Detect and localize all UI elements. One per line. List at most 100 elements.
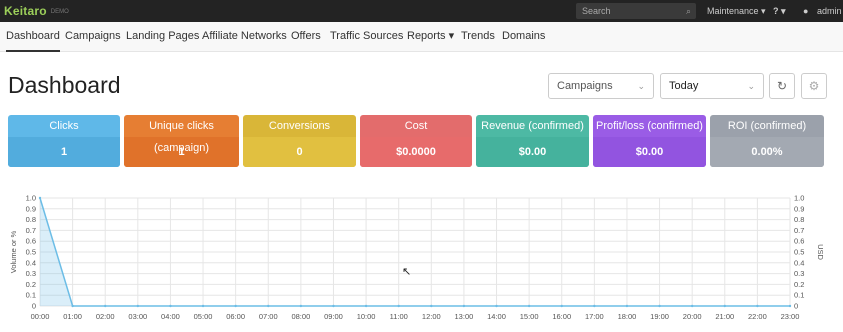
data-point — [658, 304, 661, 308]
data-point — [332, 304, 335, 308]
period-select[interactable]: Today ⌄ — [660, 73, 764, 99]
y-tick-label-right: 1.0 — [794, 194, 804, 203]
campaigns-select-value: Campaigns — [557, 80, 613, 92]
nav-landing-pages[interactable]: Landing Pages — [126, 22, 199, 52]
y-tick-label: 1.0 — [26, 194, 36, 203]
data-point — [788, 304, 792, 308]
stat-card[interactable]: Conversions 0 — [243, 115, 356, 167]
refresh-icon: ↻ — [776, 79, 788, 93]
stat-card-value: 1 — [124, 137, 239, 167]
stat-card-label: Clicks — [49, 120, 79, 132]
x-tick-label: 02:00 — [96, 312, 115, 321]
stat-card[interactable]: ROI (confirmed) 0.00% — [710, 115, 824, 167]
refresh-button[interactable]: ↻ — [769, 73, 795, 99]
help-menu[interactable]: ? ▾ — [773, 0, 786, 22]
data-point — [593, 304, 596, 308]
stat-card-value: $0.00 — [593, 137, 706, 167]
stat-card-value: $0.0000 — [360, 137, 472, 167]
mouse-cursor: ↖ — [402, 266, 412, 278]
y-tick-label: 0.3 — [26, 269, 36, 278]
stat-card[interactable]: Cost $0.0000 — [360, 115, 472, 167]
y-tick-label: 0.1 — [26, 291, 36, 300]
data-point — [364, 304, 368, 308]
nav-offers[interactable]: Offers — [291, 22, 321, 52]
nav-domains[interactable]: Domains — [502, 22, 545, 52]
nav-campaigns[interactable]: Campaigns — [65, 22, 121, 52]
y-tick-label-right: 0.1 — [794, 291, 804, 300]
campaigns-select[interactable]: Campaigns ⌄ — [548, 73, 654, 99]
top-bar: Keitaro DEMO Search ⌕ Maintenance ▾ ? ▾ … — [0, 0, 843, 22]
stat-card[interactable]: Profit/loss (confirmed) $0.00 — [593, 115, 706, 167]
nav-traffic-sources[interactable]: Traffic Sources — [330, 22, 403, 52]
x-tick-label: 19:00 — [650, 312, 669, 321]
search-icon[interactable]: ⌕ — [686, 3, 691, 19]
chevron-down-icon: ⌄ — [637, 81, 645, 91]
y-axis-title: Volume or % — [9, 230, 18, 273]
settings-button[interactable]: ⚙ — [801, 73, 827, 99]
nav-dashboard[interactable]: Dashboard — [6, 22, 60, 52]
stat-card-label: Conversions — [268, 120, 331, 132]
search-input[interactable]: Search ⌕ — [576, 3, 696, 19]
data-point — [267, 304, 270, 308]
user-menu[interactable]: admin — [817, 0, 842, 22]
nav-reports[interactable]: Reports ▾ — [407, 22, 454, 52]
logo-subtitle: DEMO — [50, 9, 69, 15]
period-select-value: Today — [669, 80, 699, 92]
clicks-chart: 0 00.1 0.10.2 0.20.3 0.30.4 0.40.5 0.50.6 0.60.… — [9, 194, 825, 322]
data-point — [756, 304, 759, 308]
data-point — [723, 304, 726, 308]
x-tick-label: 17:00 — [585, 312, 604, 321]
data-point — [38, 196, 42, 200]
y-tick-label-right: 0.2 — [794, 280, 804, 289]
x-tick-label: 16:00 — [552, 312, 571, 321]
x-tick-label: 01:00 — [63, 312, 82, 321]
data-point — [104, 304, 107, 308]
y-tick-label: 0.8 — [26, 215, 36, 224]
stat-card-label: Cost — [404, 120, 428, 132]
stat-card[interactable]: Clicks 1 — [8, 115, 120, 167]
y-tick-label-right: 0.6 — [794, 237, 804, 246]
user-icon[interactable]: ● — [803, 0, 808, 22]
y-tick-label-right: 0 — [794, 302, 798, 311]
stat-card-value: $0.00 — [476, 137, 589, 167]
x-tick-label: 05:00 — [194, 312, 213, 321]
data-point — [299, 304, 303, 308]
x-tick-label: 15:00 — [520, 312, 539, 321]
y-tick-label: 0.9 — [26, 204, 36, 213]
data-point — [527, 304, 531, 308]
data-point — [625, 304, 629, 308]
x-tick-label: 10:00 — [357, 312, 376, 321]
y-tick-label: 0.5 — [26, 248, 36, 257]
x-tick-label: 22:00 — [748, 312, 767, 321]
y-tick-label: 0.2 — [26, 280, 36, 289]
x-tick-label: 13:00 — [455, 312, 474, 321]
x-tick-label: 06:00 — [226, 312, 245, 321]
stat-card-label: ROI (confirmed) — [727, 120, 807, 132]
x-tick-label: 04:00 — [161, 312, 180, 321]
x-tick-label: 18:00 — [618, 312, 637, 321]
y-tick-label-right: 0.4 — [794, 258, 804, 267]
data-point — [234, 304, 237, 308]
stat-card-label: Unique clicks (campaign) — [149, 120, 214, 154]
nav-affiliate-networks[interactable]: Affiliate Networks — [202, 22, 287, 52]
x-tick-label: 07:00 — [259, 312, 278, 321]
x-tick-label: 09:00 — [324, 312, 343, 321]
x-tick-label: 03:00 — [128, 312, 147, 321]
y-tick-label: 0.6 — [26, 237, 36, 246]
data-point — [71, 304, 74, 308]
x-tick-label: 23:00 — [781, 312, 800, 321]
data-point — [169, 304, 172, 308]
logo[interactable]: Keitaro — [4, 4, 47, 18]
y-tick-label-right: 0.9 — [794, 204, 804, 213]
chevron-down-icon: ⌄ — [747, 81, 755, 91]
page-title: Dashboard — [8, 72, 121, 98]
stat-card-value: 0.00% — [710, 137, 824, 167]
y-tick-label-right: 0.3 — [794, 269, 804, 278]
nav-trends[interactable]: Trends — [461, 22, 495, 52]
stat-card[interactable]: Unique clicks (campaign)1 — [124, 115, 239, 167]
data-point — [560, 304, 563, 308]
x-tick-label: 08:00 — [291, 312, 310, 321]
stat-card-value: 1 — [8, 137, 120, 167]
stat-card[interactable]: Revenue (confirmed) $0.00 — [476, 115, 589, 167]
maintenance-menu[interactable]: Maintenance ▾ — [707, 0, 766, 22]
